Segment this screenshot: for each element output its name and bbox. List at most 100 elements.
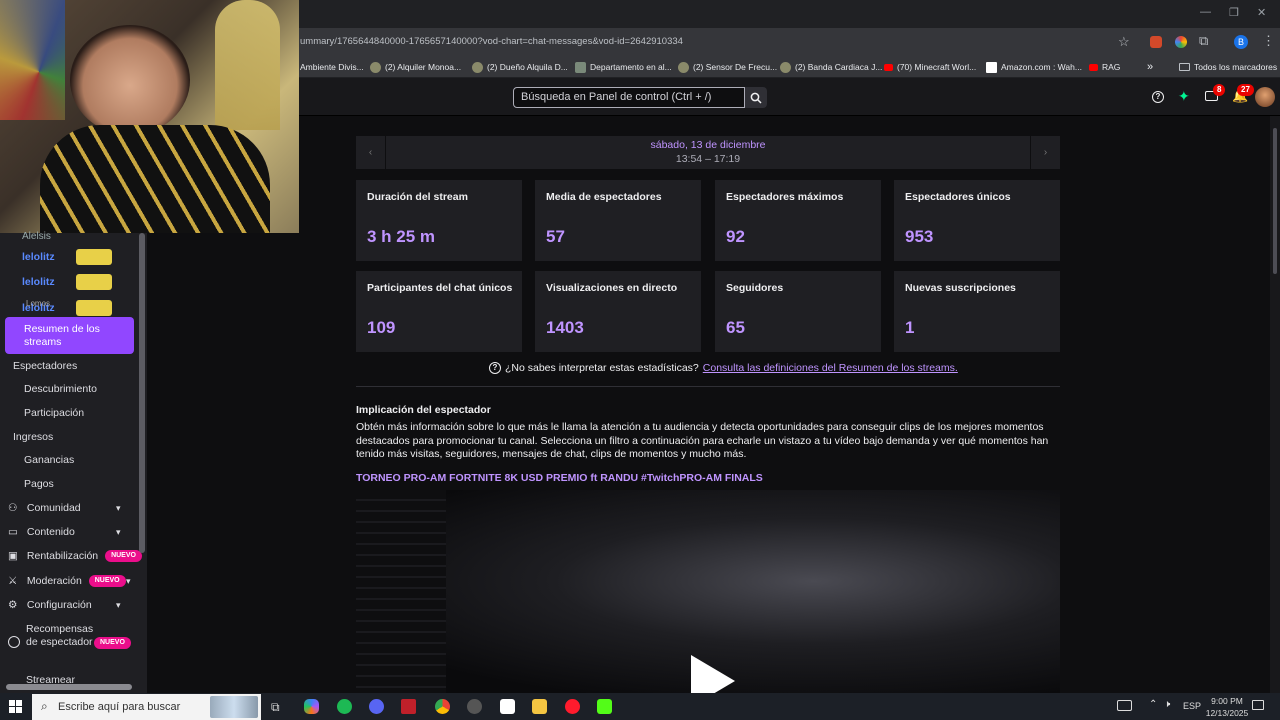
extension-icon[interactable] [1175, 36, 1187, 48]
chat-overlay-name: lelolitz [22, 276, 55, 288]
minion-emote-icon [76, 274, 112, 290]
stat-label: Duración del stream [367, 191, 468, 203]
help-text: ¿No sabes interpretar estas estadísticas… [505, 362, 699, 374]
bookmark-favicon-icon [472, 61, 483, 73]
content-icon: ▭ [8, 526, 18, 538]
gear-icon: ⚙ [8, 599, 18, 611]
bookmarks-overflow-button[interactable]: » [1147, 56, 1153, 78]
stat-label: Visualizaciones en directo [546, 282, 678, 294]
app-icon[interactable] [401, 699, 416, 714]
volume-icon[interactable]: 🕨 [1164, 699, 1170, 710]
stat-card: Media de espectadores 57 [535, 180, 701, 261]
prize-wheel [0, 0, 65, 120]
obs-icon[interactable] [467, 699, 482, 714]
stat-value: 953 [905, 227, 934, 246]
stat-card: Nuevas suscripciones 1 [894, 271, 1060, 352]
chat-overlay-username: Lomos [26, 299, 51, 308]
notification-center-icon[interactable] [1252, 700, 1264, 710]
restore-icon[interactable]: ❐ [1229, 6, 1239, 19]
bookmark-item[interactable]: Departamento en al... [575, 56, 672, 78]
bookmark-item[interactable]: (2) Dueño Alquila D... [472, 56, 568, 78]
search-input[interactable]: Búsqueda en Panel de control (Ctrl + /) [513, 87, 745, 108]
app-icon[interactable] [500, 699, 515, 714]
sidebar-item-stream-summary[interactable]: Resumen de los streams [5, 317, 134, 354]
language-indicator[interactable]: ESP [1183, 701, 1201, 711]
all-bookmarks-button[interactable]: Todos los marcadores [1179, 56, 1277, 78]
bookmark-item[interactable]: (70) Minecraft Worl... [884, 56, 976, 78]
chrome-icon[interactable] [435, 699, 450, 714]
browser-menu-icon[interactable]: ⋮ [1262, 33, 1275, 49]
bookmark-star-icon[interactable]: ☆ [1118, 34, 1130, 50]
sidebar-item-payouts[interactable]: Pagos [24, 474, 54, 494]
file-explorer-icon[interactable] [532, 699, 547, 714]
stat-label: Nuevas suscripciones [905, 282, 1016, 294]
sidebar-scrollbar[interactable] [139, 233, 145, 553]
bookmark-item[interactable]: (2) Sensor De Frecu... [678, 56, 777, 78]
sidebar-item-monetization[interactable]: ▣ Rentabilización NUEVO [8, 546, 142, 566]
bookmark-favicon-icon [370, 61, 381, 73]
community-icon: ⚇ [8, 502, 18, 514]
profile-avatar[interactable]: B [1234, 35, 1248, 49]
background-figure [215, 0, 280, 130]
next-stream-button[interactable]: › [1030, 136, 1060, 169]
stat-value: 65 [726, 318, 745, 337]
task-view-icon[interactable]: ⧉ [271, 700, 280, 715]
url-field[interactable]: ummary/1765644840000-1765657140000?vod-c… [300, 32, 1105, 52]
discord-icon[interactable] [369, 699, 384, 714]
help-icon[interactable]: ? [1152, 91, 1164, 103]
help-row: ? ¿No sabes interpretar estas estadístic… [489, 362, 958, 374]
sidebar-item-community[interactable]: ⚇ Comunidad ▾ [8, 498, 140, 518]
sidebar-item-earnings[interactable]: Ganancias [24, 450, 74, 470]
vod-player[interactable] [356, 490, 1060, 693]
search-icon: ⌕ [41, 699, 48, 713]
main-scrollbar-thumb[interactable] [1273, 128, 1277, 274]
notifications-badge: 27 [1237, 84, 1254, 96]
youtube-icon [1089, 63, 1098, 71]
stat-label: Espectadores máximos [726, 191, 844, 203]
opera-icon[interactable] [565, 699, 580, 714]
minimize-icon[interactable]: — [1200, 6, 1211, 18]
spotify-icon[interactable] [337, 699, 352, 714]
sidebar-item-settings[interactable]: ⚙ Configuración ▾ [8, 595, 140, 615]
kick-icon[interactable] [597, 699, 612, 714]
extension-icon[interactable] [1150, 36, 1162, 48]
question-icon: ? [489, 362, 501, 374]
bookmark-item[interactable]: Ambiente Divis... [300, 56, 364, 78]
date-selector: ‹ sábado, 13 de diciembre 13:54 – 17:19 … [356, 136, 1060, 169]
stat-value: 109 [367, 318, 396, 337]
sparkle-icon[interactable]: ✦ [1178, 88, 1190, 105]
divider [356, 386, 1060, 387]
sidebar-item-viewer-rewards[interactable]: Recompensas de espectador NUEVO [8, 623, 140, 663]
new-badge: NUEVO [94, 637, 131, 649]
bookmark-item[interactable]: (2) Banda Cardiaca J... [780, 56, 882, 78]
user-avatar[interactable] [1255, 87, 1275, 107]
sidebar-item-participation[interactable]: Participación [24, 403, 84, 423]
stat-value: 3 h 25 m [367, 227, 436, 246]
play-icon[interactable] [691, 655, 735, 693]
stat-card: Seguidores 65 [715, 271, 881, 352]
chevron-up-icon[interactable]: ⌃ [1149, 699, 1157, 710]
sidebar-item-discovery[interactable]: Descubrimiento [24, 379, 97, 399]
definitions-link[interactable]: Consulta las definiciones del Resumen de… [703, 362, 958, 374]
sidebar-section-viewers: Espectadores [13, 360, 78, 372]
stat-label: Espectadores únicos [905, 191, 1011, 203]
copilot-icon[interactable] [304, 699, 319, 714]
clock-time[interactable]: 9:00 PM [1204, 696, 1250, 706]
sidebar-item-content[interactable]: ▭ Contenido ▾ [8, 522, 140, 542]
vod-title-link[interactable]: TORNEO PRO-AM FORTNITE 8K USD PREMIO ft … [356, 472, 763, 484]
chat-overlay-name: lelolitz [22, 251, 55, 263]
webcam-overlay [0, 0, 299, 233]
sidebar-horizontal-scrollbar[interactable] [6, 684, 132, 690]
bookmark-item[interactable]: (2) Alquiler Monoa... [370, 56, 461, 78]
stat-value: 57 [546, 227, 565, 246]
keyboard-icon[interactable] [1117, 700, 1132, 711]
close-window-icon[interactable]: ✕ [1257, 6, 1266, 19]
search-button[interactable] [745, 87, 767, 108]
bookmark-item[interactable]: RAG [1089, 56, 1120, 78]
bookmark-item[interactable]: Amazon.com : Wah... [986, 56, 1082, 78]
windows-start-icon[interactable] [9, 700, 22, 713]
clock-date[interactable]: 12/13/2025 [1200, 708, 1254, 718]
stat-value: 1403 [546, 318, 584, 337]
extensions-puzzle-icon[interactable]: ⧉ [1199, 33, 1208, 49]
sidebar-item-moderation[interactable]: ⚔ Moderación NUEVO ▾ [8, 571, 140, 591]
